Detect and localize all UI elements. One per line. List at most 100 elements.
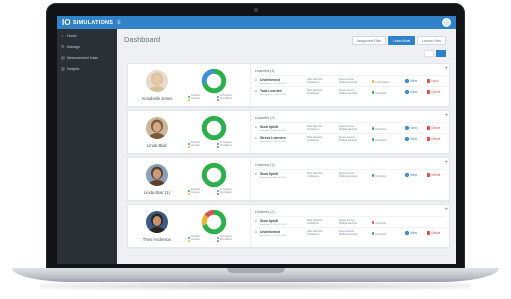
access-col: Expert access Multiple attempts — [339, 219, 357, 225]
eye-icon: i — [405, 137, 409, 141]
sidebar-item-manage[interactable]: ⚙ Manage — [57, 42, 117, 51]
laptop-notch — [227, 268, 285, 273]
trash-icon — [427, 79, 430, 83]
sidebar-item-measurement-data[interactable]: ▤ Measurement Data — [57, 53, 117, 62]
sidebar-item-home[interactable]: ⌂ Home — [57, 31, 117, 40]
person-block[interactable]: Annabelle Jones — [128, 64, 186, 106]
eye-icon: i — [405, 90, 409, 94]
page-title: Dashboard — [124, 35, 161, 44]
delete-button[interactable]: Delete — [427, 90, 440, 94]
learner-cards: Annabelle Jones Finished In Progress Overd… — [127, 63, 450, 251]
hamburger-icon[interactable]: ≡ — [117, 20, 121, 26]
pager-prev[interactable] — [424, 50, 434, 57]
learner-row[interactable]: ● Undeformed Assigned On: Feb 01,2019 St… — [255, 75, 446, 86]
person-photo-art — [146, 116, 168, 139]
avatar[interactable] — [146, 163, 168, 186]
progress-donut — [201, 209, 227, 235]
legend-label: Not Started — [220, 98, 232, 100]
delete-button[interactable]: Delete — [427, 231, 440, 235]
user-icon: ● — [255, 125, 257, 129]
progress-donut — [201, 68, 227, 94]
view-button[interactable]: i View — [405, 173, 417, 177]
eye-icon: i — [405, 231, 409, 235]
learner-row[interactable]: ● Task Learned Assigned On: Feb 15,2019 … — [255, 86, 446, 97]
avatar[interactable] — [146, 69, 168, 92]
selection-col: Start Selection Confidence — [307, 230, 323, 236]
module-name: Task Learned — [260, 89, 282, 93]
learner-row[interactable]: ● Undeformed Assigned On: Feb 01,2019 St… — [255, 227, 446, 238]
assigned-date: Assigned On: Feb 01,2019 — [260, 234, 287, 237]
add-icon[interactable]: + — [444, 207, 448, 213]
sidebar: ⌂ Home ⚙ Manage ▤ Measurement Data ▥ Ins… — [57, 29, 117, 264]
legend-dot — [217, 98, 219, 101]
view-button[interactable]: i View — [405, 231, 417, 235]
assignment-filter-button[interactable]: Assignment Filter — [351, 36, 387, 45]
laptop-bezel: IO SIMULATIONS ≡ ⌂ Home ⚙ Manage ▤ Measu… — [46, 3, 465, 269]
access-col: Expert access Multiple attempts — [339, 89, 357, 95]
trash-icon — [427, 231, 430, 235]
eye-icon: i — [405, 126, 409, 130]
trash-icon — [427, 126, 430, 130]
attempts-label: Multiple attempts — [339, 92, 358, 95]
status-dot — [372, 138, 375, 141]
learner-view-button[interactable]: Learner View — [417, 36, 446, 45]
legend-item: Overdue — [188, 98, 217, 101]
add-icon[interactable]: + — [444, 113, 448, 119]
delete-button[interactable]: Delete — [427, 126, 440, 130]
view-button[interactable]: i View — [405, 126, 417, 130]
person-block[interactable]: Linda Blair — [128, 111, 186, 153]
person-block[interactable]: Linda Blair (1) — [128, 158, 186, 200]
learners-panel: Learners (4) + ● Undeformed Assigned On:… — [250, 64, 450, 106]
avatar[interactable] — [146, 210, 168, 233]
confidence-label: Confidence — [307, 233, 320, 236]
user-icon: ● — [255, 136, 257, 140]
view-button[interactable]: i View — [405, 90, 417, 94]
delete-label: Delete — [431, 137, 441, 141]
learner-row[interactable]: ● Slow Uphill Assigned On: Mar 04,2019 S… — [255, 169, 446, 180]
learner-card: Annabelle Jones Finished In Progress Overd… — [127, 63, 450, 107]
attempts-label: Multiple attempts — [339, 175, 358, 178]
laptop-base — [12, 268, 499, 282]
access-col: Expert access Multiple attempts — [339, 78, 357, 84]
sidebar-item-insights[interactable]: ▥ Insights — [57, 64, 117, 73]
add-icon[interactable]: + — [444, 66, 448, 72]
status-label: Finished — [375, 173, 386, 178]
assigned-date: Assigned On: Jan 12,2019 — [260, 140, 286, 143]
donut-segment — [201, 162, 227, 188]
add-icon[interactable]: + — [444, 160, 448, 166]
selection-col: Start Selection Confidence — [307, 125, 323, 131]
learner-row[interactable]: ● Stress Learners Assigned On: Jan 12,20… — [255, 133, 446, 144]
avatar[interactable] — [146, 116, 168, 139]
top-bar: IO SIMULATIONS ≡ — [57, 16, 456, 29]
learner-card: Theo Anderson Finished In Progress Overdue… — [127, 204, 450, 248]
user-avatar[interactable] — [442, 18, 451, 27]
trash-icon — [427, 137, 430, 141]
brand-io: IO — [62, 18, 71, 27]
brand-logo[interactable]: IO SIMULATIONS — [57, 18, 117, 27]
view-button[interactable]: i View — [405, 79, 417, 83]
confidence-label: Confidence — [307, 175, 320, 178]
eye-icon: i — [405, 79, 409, 83]
legend-item: Overdue — [188, 239, 217, 242]
pager-current[interactable] — [436, 50, 446, 57]
person-name: Annabelle Jones — [141, 95, 173, 101]
pager — [424, 50, 446, 57]
module-name: Undeformed — [260, 230, 280, 234]
person-name: Linda Blair — [147, 142, 167, 148]
delete-button[interactable]: Delete — [427, 173, 440, 177]
person-block[interactable]: Theo Anderson — [128, 205, 186, 247]
access-col: Expert access Multiple attempts — [339, 172, 357, 178]
selection-col: Start Selection Confidence — [307, 219, 323, 225]
confidence-label: Confidence — [307, 222, 320, 225]
learn-mode-button[interactable]: Learn Mode — [388, 36, 416, 45]
learner-row[interactable]: ● Slow Uphill Assigned On: Mar 04,2019 S… — [255, 122, 446, 133]
legend-item: Overdue — [188, 145, 217, 148]
chart-legend: Finished In Progress Overdue Not Started — [188, 236, 246, 242]
person-photo-art — [146, 210, 168, 233]
delete-button[interactable]: Delete — [427, 137, 440, 141]
delete-button[interactable]: Undo — [427, 79, 439, 83]
view-button[interactable]: i View — [405, 137, 417, 141]
status-label: Overdue — [375, 220, 387, 225]
learners-panel: Learners (1) + ● Slow Uphill Assigned On… — [250, 158, 450, 200]
learner-row[interactable]: ● Slow Uphill Assigned On: Mar 04,2019 S… — [255, 216, 446, 227]
